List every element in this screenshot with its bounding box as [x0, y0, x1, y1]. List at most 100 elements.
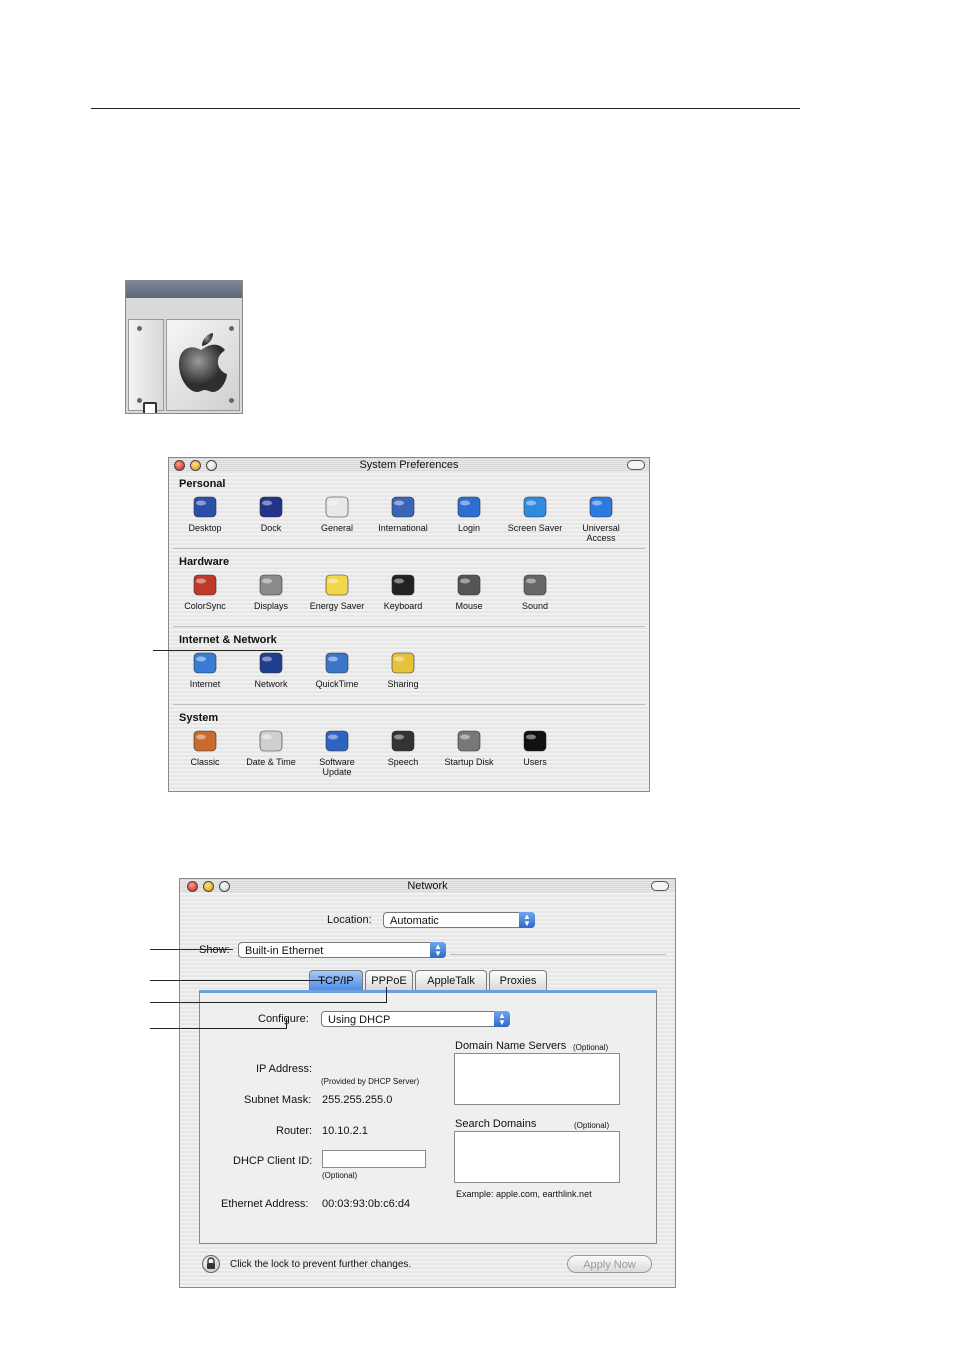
title-bar[interactable]: System Preferences: [169, 458, 649, 472]
lock-button[interactable]: [202, 1255, 220, 1273]
pref-desktop[interactable]: Desktop: [172, 496, 238, 533]
pref-quicktime[interactable]: QuickTime: [304, 652, 370, 689]
dns-servers-field[interactable]: [454, 1053, 620, 1105]
pref-label: Sound: [521, 601, 549, 611]
callout-line-show: [150, 949, 233, 950]
apple-logo-icon: [179, 333, 227, 392]
tab-appletalk[interactable]: AppleTalk: [415, 970, 487, 990]
system-preferences-icon[interactable]: [125, 280, 243, 414]
section-divider: [173, 704, 645, 705]
search-domains-example: Example: apple.com, earthlink.net: [456, 1189, 592, 1199]
popup-arrows-icon: ▲ ▼: [494, 1011, 510, 1027]
show-label: Show:: [199, 944, 230, 956]
toolbar-toggle-button[interactable]: [627, 460, 645, 470]
pref-login[interactable]: Login: [436, 496, 502, 533]
pref-international[interactable]: International: [370, 496, 436, 533]
tab-proxies[interactable]: Proxies: [489, 970, 547, 990]
system-preferences-window: System Preferences Personal Desktop Dock Ge…: [168, 457, 650, 792]
subnet-mask-value: 255.255.255.0: [322, 1094, 393, 1106]
callout-line-pppoe: [150, 1002, 386, 1003]
pref-sharing[interactable]: Sharing: [370, 652, 436, 689]
section-title: Hardware: [179, 556, 230, 568]
pref-label: Internet: [189, 679, 221, 689]
pref-internet[interactable]: Internet: [172, 652, 238, 689]
pref-label: Dock: [260, 523, 282, 533]
pref-general[interactable]: General: [304, 496, 370, 533]
pref-energy-saver[interactable]: Energy Saver: [304, 574, 370, 611]
configure-label: Configure:: [258, 1013, 309, 1025]
pref-sound[interactable]: Sound: [502, 574, 568, 611]
pref-startup-disk[interactable]: Startup Disk: [436, 730, 502, 767]
callout-line-configure-vertical: [286, 1018, 287, 1029]
pref-label: Mouse: [455, 601, 483, 611]
page-rule: [91, 108, 800, 109]
pref-speech[interactable]: Speech: [370, 730, 436, 767]
pref-label: Date & Time: [246, 757, 296, 767]
pref-mouse[interactable]: Mouse: [436, 574, 502, 611]
pref-universal-access[interactable]: Universal Access: [568, 496, 634, 543]
title-bar[interactable]: Network: [180, 879, 675, 893]
pref-label: Desktop: [188, 523, 222, 533]
close-button[interactable]: [174, 460, 185, 471]
pref-dock[interactable]: Dock: [238, 496, 304, 533]
dock-icon: [257, 496, 285, 520]
quicktime-icon: [323, 652, 351, 676]
pref-label: QuickTime: [315, 679, 359, 689]
zoom-button[interactable]: [219, 881, 230, 892]
window-title: System Preferences: [359, 459, 459, 471]
dns-optional-label: (Optional): [573, 1043, 609, 1052]
pref-date-time[interactable]: Date & Time: [238, 730, 304, 767]
pref-label: Login: [457, 523, 481, 533]
close-button[interactable]: [187, 881, 198, 892]
minimize-button[interactable]: [190, 460, 201, 471]
tab-pppoe[interactable]: PPPoE: [365, 970, 413, 990]
displays-icon: [257, 574, 285, 598]
ethernet-address-label: Ethernet Address:: [221, 1198, 309, 1210]
ip-address-label: IP Address:: [256, 1063, 313, 1075]
lock-icon: [207, 1257, 215, 1269]
search-domains-field[interactable]: [454, 1131, 620, 1183]
screen-saver-icon: [521, 496, 549, 520]
pref-label: Users: [523, 757, 547, 767]
section-divider: [173, 626, 645, 627]
tab-bar: TCP/IP PPPoE AppleTalk Proxies: [309, 970, 549, 990]
pref-users[interactable]: Users: [502, 730, 568, 767]
classic-icon: [191, 730, 219, 754]
dhcp-client-id-field[interactable]: [322, 1150, 426, 1168]
callout-line-pppoe-vertical: [386, 987, 387, 1003]
general-icon: [323, 496, 351, 520]
configure-popup[interactable]: Using DHCP ▲ ▼: [321, 1011, 510, 1027]
pref-label: Keyboard: [383, 601, 423, 611]
pref-label: Classic: [190, 757, 220, 767]
pref-colorsync[interactable]: ColorSync: [172, 574, 238, 611]
popup-arrows-icon: ▲ ▼: [519, 912, 535, 928]
pref-classic[interactable]: Classic: [172, 730, 238, 767]
apply-now-button[interactable]: Apply Now: [567, 1255, 652, 1273]
pref-displays[interactable]: Displays: [238, 574, 304, 611]
pref-screen-saver[interactable]: Screen Saver: [502, 496, 568, 533]
subnet-mask-label: Subnet Mask:: [244, 1094, 312, 1106]
network-window: Network Location: Automatic ▲ ▼ Show: Bui…: [179, 878, 676, 1288]
pref-keyboard[interactable]: Keyboard: [370, 574, 436, 611]
keyboard-icon: [389, 574, 417, 598]
location-label: Location:: [327, 914, 372, 926]
sharing-icon: [389, 652, 417, 676]
pref-label: Speech: [387, 757, 419, 767]
pref-software-update[interactable]: Software Update: [304, 730, 370, 777]
speech-icon: [389, 730, 417, 754]
zoom-button[interactable]: [206, 460, 217, 471]
universal-access-icon: [587, 496, 615, 520]
configure-value: Using DHCP: [328, 1014, 391, 1026]
colorsync-icon: [191, 574, 219, 598]
minimize-button[interactable]: [203, 881, 214, 892]
dns-label: Domain Name Servers: [455, 1040, 567, 1052]
section-title: Personal: [179, 478, 226, 490]
section-title: System: [179, 712, 219, 724]
show-popup[interactable]: Built-in Ethernet ▲ ▼: [238, 942, 446, 958]
ethernet-address-value: 00:03:93:0b:c6:d4: [322, 1198, 411, 1210]
popup-arrows-icon: ▲ ▼: [430, 942, 446, 958]
lock-message: Click the lock to prevent further change…: [230, 1259, 412, 1270]
location-popup[interactable]: Automatic ▲ ▼: [383, 912, 535, 928]
toolbar-toggle-button[interactable]: [651, 881, 669, 891]
pref-network[interactable]: Network: [238, 652, 304, 689]
